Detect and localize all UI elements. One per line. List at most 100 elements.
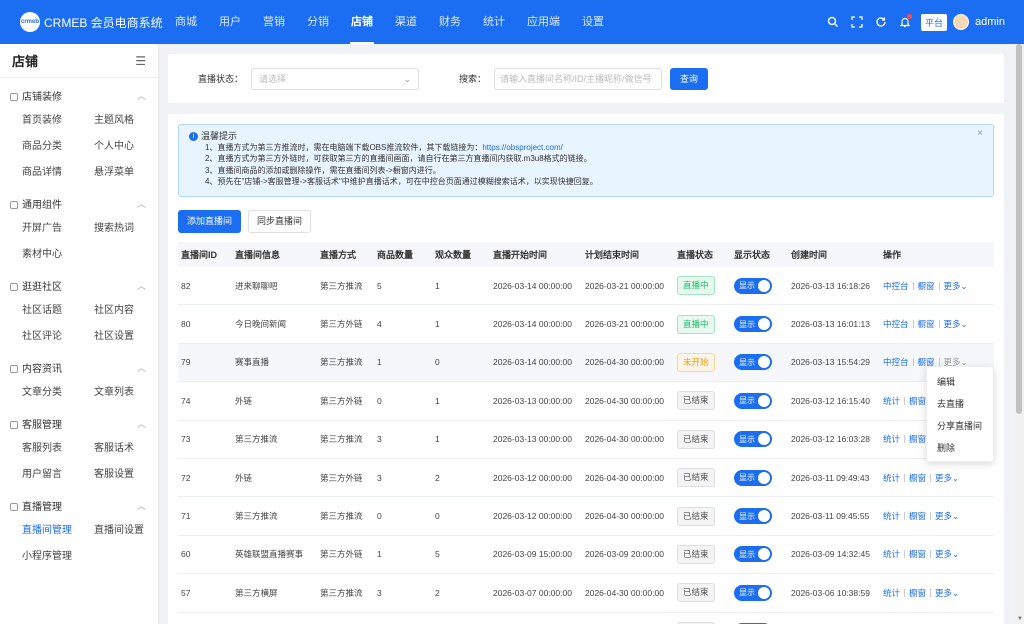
more-dropdown-trigger[interactable]: 更多⌄ [935,472,959,484]
topnav-item[interactable]: 分销 [296,0,340,44]
topnav-item[interactable]: 用户 [208,0,252,44]
action-link-window[interactable]: 橱窗 [909,472,926,484]
add-live-room-button[interactable]: 添加直播间 [178,210,241,233]
sidebar-item[interactable]: 用户留言 [22,462,94,488]
refresh-icon[interactable] [869,0,893,44]
more-dropdown-trigger[interactable]: 更多⌄ [935,548,959,560]
topnav-item[interactable]: 渠道 [384,0,428,44]
sidebar-group-header[interactable]: 内容资讯 ︿ [10,354,158,380]
action-link-primary[interactable]: 统计 [883,510,900,522]
topnav-item[interactable]: 统计 [472,0,516,44]
action-link-primary[interactable]: 统计 [883,548,900,560]
collapse-menu-icon[interactable]: ☰ [135,54,146,68]
sidebar-item[interactable]: 直播间管理 [22,518,94,544]
topnav-item[interactable]: 店铺 [340,0,384,44]
action-link-window[interactable]: 橱窗 [909,395,926,407]
sidebar-item[interactable]: 个人中心 [94,134,166,160]
username[interactable]: admin [975,16,1005,28]
display-toggle[interactable]: 显示 [734,584,772,601]
menu-item-edit[interactable]: 编辑 [927,371,993,393]
more-dropdown-trigger[interactable]: 更多⌄ [935,510,959,522]
sidebar-group-header[interactable]: 逛逛社区 ︿ [10,272,158,298]
cell-name: 赛事直播 [235,357,270,368]
action-link-window[interactable]: 橱窗 [918,318,935,330]
display-toggle[interactable]: 显示 [734,431,772,448]
sidebar-item[interactable]: 客服设置 [94,462,166,488]
page-scrollbar[interactable]: ▼ [1014,44,1024,624]
display-toggle[interactable]: 显示 [734,546,772,563]
menu-item-delete[interactable]: 删除 [927,437,993,459]
sidebar-item[interactable]: 文章分类 [22,380,94,406]
sidebar-item[interactable]: 素材中心 [22,242,94,268]
sidebar-item[interactable]: 首页装修 [22,108,94,134]
avatar[interactable] [953,14,970,30]
action-link-primary[interactable]: 中控台 [883,280,909,292]
action-link-window[interactable]: 橱窗 [909,548,926,560]
display-toggle[interactable]: 显示 [734,316,772,333]
action-link-primary[interactable]: 中控台 [883,318,909,330]
status-select[interactable]: 请选择 ⌄ [251,67,420,90]
sidebar-item[interactable]: 客服话术 [94,436,166,462]
column-header: 计划结束时间 [585,250,640,260]
topnav-item[interactable]: 设置 [571,0,615,44]
logo[interactable]: crmeb CRMEB 会员电商系统 [0,0,164,44]
menu-item-share[interactable]: 分享直播间 [927,415,993,437]
cell-viewers: 1 [435,434,440,445]
topnav-item[interactable]: 营销 [252,0,296,44]
action-link-primary[interactable]: 统计 [883,587,900,599]
display-toggle[interactable]: 显示 [734,508,772,525]
more-dropdown-trigger[interactable]: 更多⌄ [935,587,959,599]
scroll-down-icon[interactable]: ▼ [1017,616,1023,622]
sidebar-item[interactable]: 社区话题 [22,298,94,324]
search-icon[interactable] [821,0,845,44]
topnav-item[interactable]: 商城 [164,0,208,44]
platform-button[interactable]: 平台 [921,13,948,31]
sidebar-item[interactable]: 小程序管理 [22,544,94,570]
obs-link[interactable]: https://obsproject.com/ [482,143,562,152]
action-link-primary[interactable]: 统计 [883,433,900,445]
status-badge: 已结束 [677,468,715,488]
more-dropdown-trigger[interactable]: 更多⌄ [944,280,968,292]
topnav-item[interactable]: 财务 [428,0,472,44]
sidebar-item[interactable]: 商品详情 [22,160,94,186]
action-link-window[interactable]: 橱窗 [918,280,935,292]
sidebar-item[interactable]: 开屏广告 [22,216,94,242]
sidebar-item[interactable]: 主题风格 [94,108,166,134]
action-link-primary[interactable]: 中控台 [883,356,909,368]
sync-live-room-button[interactable]: 同步直播间 [248,210,311,233]
display-toggle[interactable]: 显示 [734,392,772,409]
search-input[interactable]: 请输入直播间名称/ID/主播昵称/微信号 [494,67,663,90]
sidebar-item[interactable]: 社区内容 [94,298,166,324]
status-badge: 直播中 [677,276,715,296]
bell-icon[interactable] [893,0,917,44]
action-link-window[interactable]: 橱窗 [909,587,926,599]
query-button[interactable]: 查询 [670,67,709,90]
close-icon[interactable]: × [977,128,983,139]
sidebar-group-header[interactable]: 直播管理 ︿ [10,492,158,518]
menu-item-go-live[interactable]: 去直播 [927,393,993,415]
more-dropdown-trigger[interactable]: 更多⌄ [944,318,968,330]
fullscreen-icon[interactable] [845,0,869,44]
sidebar-item[interactable]: 社区设置 [94,324,166,350]
sidebar-item[interactable]: 社区评论 [22,324,94,350]
sidebar-item[interactable]: 直播间设置 [94,518,166,544]
scroll-thumb[interactable] [1016,44,1022,414]
action-link-primary[interactable]: 统计 [883,472,900,484]
sidebar-group-header[interactable]: 客服管理 ︿ [10,410,158,436]
sidebar-group-header[interactable]: 店铺装修 ︿ [10,82,158,108]
topnav-item[interactable]: 应用端 [516,0,571,44]
sidebar-item[interactable]: 搜索热词 [94,216,166,242]
sidebar-group-header[interactable]: 通用组件 ︿ [10,190,158,216]
action-link-primary[interactable]: 统计 [883,395,900,407]
display-toggle[interactable]: 显示 [734,354,772,371]
sidebar-item[interactable]: 文章列表 [94,380,166,406]
action-link-window[interactable]: 橱窗 [909,510,926,522]
table-row: 71 第三方推流 第三方推流 0 0 2026-03-12 00:00:00 2026-04… [178,497,994,536]
action-link-window[interactable]: 橱窗 [909,433,926,445]
sidebar-item[interactable]: 客服列表 [22,436,94,462]
display-toggle[interactable]: 显示 [734,277,772,294]
cell-name: 外链 [235,472,253,483]
sidebar-item[interactable]: 悬浮菜单 [94,160,166,186]
sidebar-item[interactable]: 商品分类 [22,134,94,160]
display-toggle[interactable]: 显示 [734,469,772,486]
